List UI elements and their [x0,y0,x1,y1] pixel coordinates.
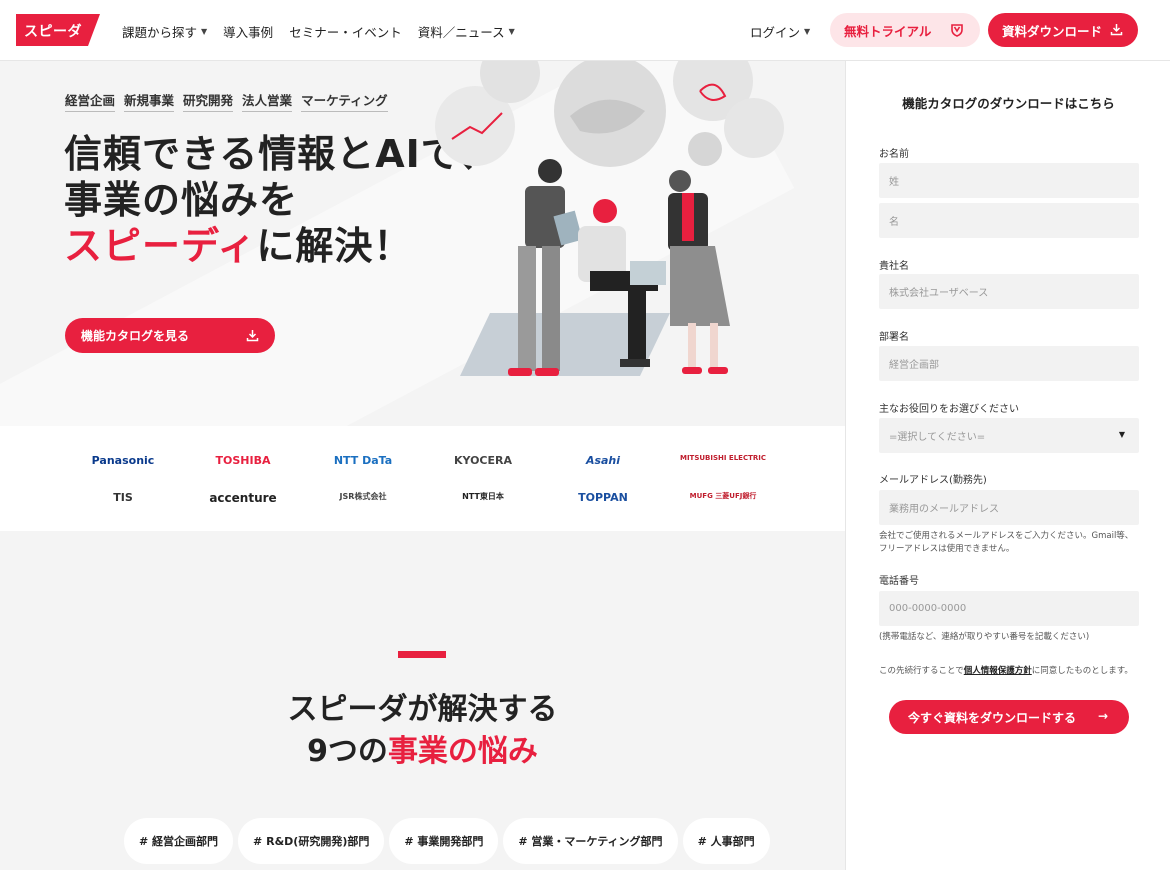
email-note: 会社でご使用されるメールアドレスをご入力ください。Gmail等、フリーアドレスは… [879,531,1134,554]
section-title-accent: 事業の悩み [387,734,538,769]
client-logo: NTT東日本 [462,492,504,501]
logo-text: スピーダ [24,24,82,40]
form-title: 機能カタログのダウンロードはこちら [902,96,1115,111]
submit-label: 今すぐ資料をダウンロードする [908,710,1077,725]
hero-tag[interactable]: 法人営業 [242,90,293,112]
company-field[interactable]: 株式会社ユーザベース [879,274,1139,309]
login-menu[interactable]: ログイン ▼ [750,22,810,41]
client-logo: TOPPAN [578,491,628,504]
client-logo-strip: Panasonic TOSHIBA NTT DaTa KYOCERA Asahi… [0,426,845,531]
free-trial-button[interactable]: 無料トライアル [830,13,980,47]
last-name-field[interactable]: 姓 [879,163,1139,198]
department-field[interactable]: 経営企画部 [879,346,1139,381]
view-catalog-label: 機能カタログを見る [81,329,190,343]
submit-download-button[interactable]: 今すぐ資料をダウンロードする → [889,700,1129,734]
issues-section: スピーダが解決する 9つの事業の悩み # 経営企画部門 # R&D(研究開発)部… [0,531,845,870]
section-title-line-2: 9つの事業の悩み [0,731,845,773]
department-chip-list: # 経営企画部門 # R&D(研究開発)部門 # 事業開発部門 # 営業・マーケ… [124,818,775,864]
hero-tag[interactable]: 新規事業 [124,90,175,112]
department-chip[interactable]: # R&D(研究開発)部門 [238,818,385,864]
nav-case-studies[interactable]: 導入事例 [223,22,273,41]
hero-tag[interactable]: 経営企画 [65,90,116,112]
section-title: スピーダが解決する 9つの事業の悩み [0,689,845,773]
nav-seminars[interactable]: セミナー・イベント [289,22,402,41]
consent-pre: この先続行することで [879,666,964,676]
download-icon [246,330,259,342]
nav-find-by-issue[interactable]: 課題から探す ▼ [122,22,207,41]
department-chip[interactable]: # 人事部門 [682,818,770,864]
nav-label: 資料／ニュース [417,25,505,40]
privacy-policy-link[interactable]: 個人情報保護方針 [964,666,1032,676]
logo[interactable]: スピーダ [16,14,100,46]
client-logo: NTT DaTa [333,454,393,467]
client-logo: MUFG 三菱UFJ銀行 [689,492,757,500]
phone-label: 電話番号 [879,576,919,587]
company-label: 貴社名 [879,261,909,272]
phone-note: (携帯電話など、連絡が取りやすい番号を記載ください) [879,632,1090,642]
hero-tag[interactable]: マーケティング [301,90,388,112]
client-logo: Asahi [585,454,621,467]
nav-label: 課題から探す [122,25,198,40]
section-accent-bar [398,651,446,658]
arrow-right-icon: → [1097,709,1108,723]
client-logo: Panasonic [91,454,155,467]
hero-section: 経営企画 新規事業 研究開発 法人営業 マーケティング 信頼できる情報とAIで、… [0,61,845,426]
catalog-download-form: 機能カタログのダウンロードはこちら お名前 姓 名 貴社名 株式会社ユーザベース… [845,61,1170,870]
client-logo: accenture [209,491,277,505]
first-name-field[interactable]: 名 [879,203,1139,238]
site-header: スピーダ 課題から探す ▼ 導入事例 セミナー・イベント 資料／ニュース ▼ ロ… [0,0,1170,61]
client-logo: JSR株式会社 [339,492,387,501]
download-icon [1110,24,1123,36]
download-label: 資料ダウンロード [1002,23,1103,39]
consent-text: この先続行することで個人情報保護方針に同意したものとします。 [879,665,1141,678]
nav-label: セミナー・イベント [289,25,402,40]
email-label: メールアドレス(勤務先) [879,475,987,486]
client-logo: TOSHIBA [215,454,271,467]
role-select-value: =選択してください= [889,432,986,443]
nav-label: 導入事例 [223,25,274,40]
hero-tag[interactable]: 研究開発 [183,90,234,112]
shield-icon [951,24,963,37]
headline-accent: スピーディ [64,224,257,268]
main-nav: 課題から探す ▼ 導入事例 セミナー・イベント 資料／ニュース ▼ [122,22,531,41]
name-label: お名前 [879,149,909,160]
role-select[interactable]: =選択してください= ▼ [879,418,1139,453]
download-button[interactable]: 資料ダウンロード [988,13,1138,47]
chevron-down-icon: ▼ [508,27,515,36]
headline-line-3-rest: に解決！ [256,224,413,268]
client-logo: TIS [113,491,133,504]
chevron-down-icon: ▼ [1118,430,1125,439]
client-logo: KYOCERA [453,454,513,467]
hero-illustration [435,61,784,376]
chevron-down-icon: ▼ [804,27,811,36]
section-title-line-1: スピーダが解決する [287,692,558,727]
free-trial-label: 無料トライアル [844,23,932,39]
department-chip[interactable]: # 事業開発部門 [389,818,499,864]
email-field[interactable]: 業務用のメールアドレス [879,490,1139,525]
phone-field[interactable]: 000-0000-0000 [879,591,1139,626]
section-title-pre: 9つの [307,734,388,769]
nav-resources-news[interactable]: 資料／ニュース ▼ [418,22,515,41]
role-label: 主なお役回りをお選びください [879,404,1019,415]
client-logo: MITSUBISHI ELECTRIC [679,454,767,462]
chevron-down-icon: ▼ [201,27,208,36]
hero-tag-list: 経営企画 新規事業 研究開発 法人営業 マーケティング [65,90,397,112]
consent-post: に同意したものとします。 [1031,666,1133,676]
view-catalog-button[interactable]: 機能カタログを見る [65,318,275,353]
department-label: 部署名 [879,332,909,343]
login-label: ログイン [750,25,801,40]
department-chip[interactable]: # 営業・マーケティング部門 [503,818,678,864]
department-chip[interactable]: # 経営企画部門 [124,818,234,864]
